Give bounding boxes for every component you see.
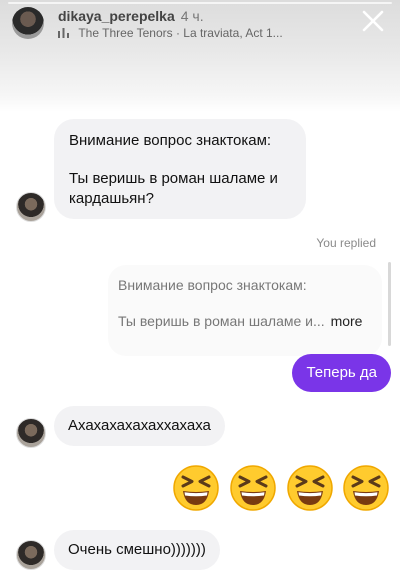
- story-username[interactable]: dikaya_perepelka: [58, 8, 175, 24]
- you-replied-label: You replied: [316, 236, 376, 250]
- my-reply-bubble[interactable]: Теперь да: [292, 354, 391, 392]
- quote-more-link[interactable]: more: [331, 313, 363, 329]
- close-icon[interactable]: [358, 6, 388, 36]
- sender-avatar[interactable]: [16, 418, 46, 448]
- story-header: dikaya_perepelka 4 ч. The Three Tenors · …: [0, 0, 400, 112]
- funny-message-bubble[interactable]: Очень смешно))))))): [54, 530, 220, 570]
- quote-line-2: Ты веришь в роман шаламе и...: [118, 313, 325, 329]
- story-progress-bar: [8, 2, 392, 4]
- grinning-squinting-face-icon[interactable]: [229, 464, 277, 512]
- laugh-message-bubble[interactable]: Ахахахахахаххахаха: [54, 406, 225, 446]
- story-time: 4 ч.: [180, 8, 204, 24]
- story-avatar[interactable]: [12, 7, 44, 39]
- quote-line-1: Внимание вопрос знактокам:: [118, 277, 307, 293]
- sender-avatar[interactable]: [16, 540, 46, 570]
- quote-bar: [388, 262, 391, 346]
- question-line-1: Внимание вопрос знактокам:: [69, 132, 272, 149]
- story-user-line: dikaya_perepelka 4 ч.: [58, 8, 204, 24]
- grinning-squinting-face-icon[interactable]: [286, 464, 334, 512]
- grinning-squinting-face-icon[interactable]: [172, 464, 220, 512]
- story-music-line[interactable]: The Three Tenors · La traviata, Act 1...: [58, 26, 320, 40]
- music-bars-icon: [58, 26, 72, 40]
- sender-avatar[interactable]: [16, 192, 46, 222]
- question-message-bubble[interactable]: Внимание вопрос знактокам: Ты веришь в р…: [54, 119, 306, 219]
- question-line-2: Ты веришь в роман шаламе и кардашьян?: [69, 170, 278, 207]
- story-music-title: The Three Tenors · La traviata, Act 1...: [78, 26, 283, 40]
- replied-quote-bubble[interactable]: Внимание вопрос знактокам: Ты веришь в р…: [108, 265, 382, 356]
- grinning-squinting-face-icon[interactable]: [342, 464, 390, 512]
